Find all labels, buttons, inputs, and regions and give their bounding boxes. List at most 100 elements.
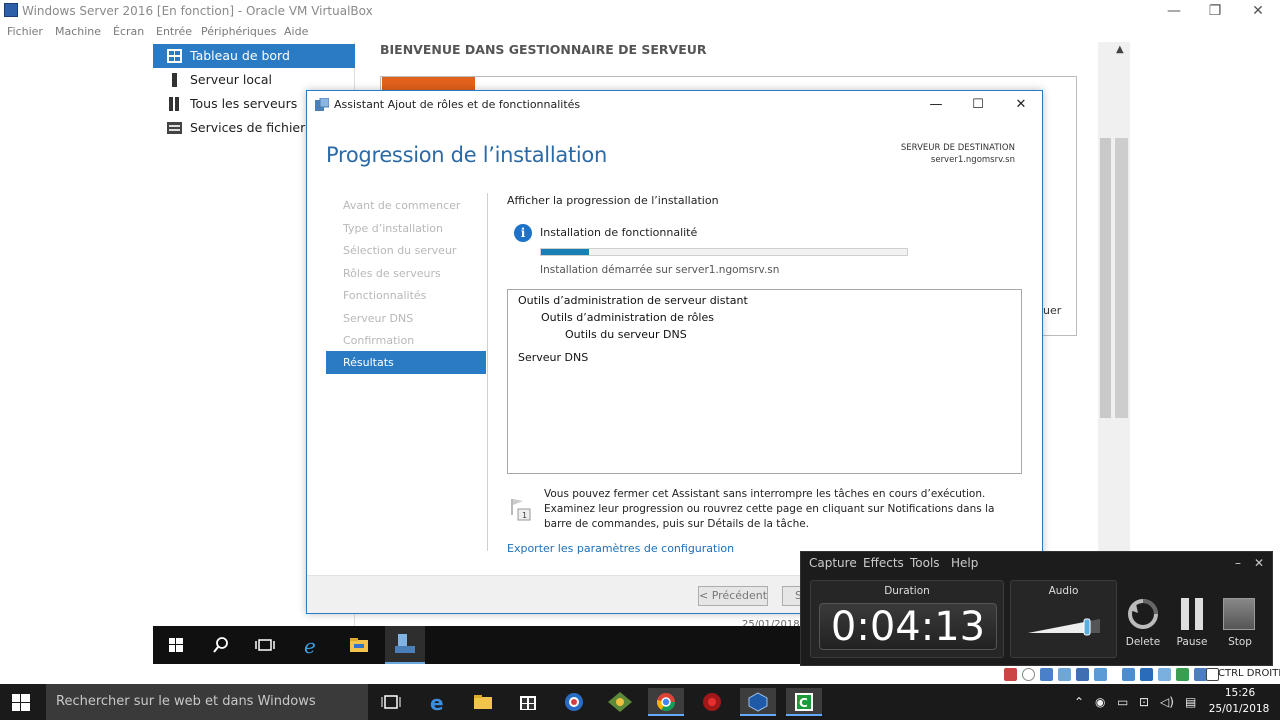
wizard-note: Vous pouvez fermer cet Assistant sans in… xyxy=(544,488,995,530)
vbox-statusbar: CTRL DROITE xyxy=(1000,666,1280,684)
svg-text:1: 1 xyxy=(522,511,527,520)
virtualbox-task[interactable] xyxy=(740,688,776,716)
status-usb-icon xyxy=(1076,668,1089,681)
progress-bar xyxy=(540,248,908,256)
audio-level-meter[interactable] xyxy=(1026,613,1106,637)
app-network-icon[interactable] xyxy=(602,688,638,716)
step-results[interactable]: Résultats xyxy=(326,351,486,374)
add-roles-wizard: Assistant Ajout de rôles et de fonctionn… xyxy=(306,90,1043,614)
vbox-scrollbar[interactable]: ▲ xyxy=(1113,42,1130,626)
duration-value: 0:04:13 xyxy=(819,603,997,650)
scroll-thumb[interactable] xyxy=(1115,138,1128,418)
wizard-titlebar[interactable]: Assistant Ajout de rôles et de fonctionn… xyxy=(307,91,1042,118)
status-display-icon xyxy=(1122,668,1135,681)
taskbar-search-box[interactable]: Rechercher sur le web et dans Windows xyxy=(46,684,368,720)
clock-time[interactable]: 15:26 xyxy=(1210,687,1270,699)
guest-ie-icon[interactable]: e xyxy=(300,632,326,658)
pause-icon[interactable] xyxy=(1178,596,1206,632)
close-icon[interactable]: ✕ xyxy=(1248,2,1268,20)
audio-slider-handle[interactable] xyxy=(1083,618,1091,636)
stop-icon[interactable] xyxy=(1223,598,1255,630)
tray-expand-icon[interactable]: ⌃ xyxy=(1074,695,1084,709)
step-before-you-begin: Avant de commencer xyxy=(343,199,461,212)
menu-entree[interactable]: Entrée xyxy=(156,25,192,38)
tray-app-icon[interactable]: ◉ xyxy=(1095,695,1105,709)
feature-dns-server: Serveur DNS xyxy=(518,351,589,364)
edge-icon[interactable]: e xyxy=(420,688,456,716)
scroll-thumb[interactable] xyxy=(1100,138,1111,418)
status-cpu-icon xyxy=(1158,668,1171,681)
menu-aide[interactable]: Aide xyxy=(284,25,308,38)
menu-fichier[interactable]: Fichier xyxy=(7,25,43,38)
status-hdd-icon xyxy=(1004,668,1017,681)
delete-button[interactable]: Delete xyxy=(1123,636,1163,648)
guest-task-view-icon[interactable] xyxy=(252,632,278,658)
menu-peripheriques[interactable]: Périphériques xyxy=(201,25,276,38)
app-globe-icon[interactable] xyxy=(556,688,592,716)
guest-server-manager-task[interactable] xyxy=(385,626,425,664)
feature-role-admin-tools: Outils d’administration de rôles xyxy=(541,311,714,324)
host-key-label: CTRL DROITE xyxy=(1218,668,1280,679)
notification-flag-icon: 1 xyxy=(511,499,531,521)
chrome-icon xyxy=(657,693,675,712)
features-list: Outils d’administration de serveur dista… xyxy=(507,289,1022,474)
stop-button[interactable]: Stop xyxy=(1220,636,1260,648)
status-vt-icon xyxy=(1176,668,1189,681)
wizard-maximize-icon[interactable]: ☐ xyxy=(967,95,989,115)
progress-label: Installation de fonctionnalité xyxy=(540,226,698,239)
start-icon[interactable] xyxy=(12,694,30,711)
guest-search-icon[interactable] xyxy=(208,632,234,658)
status-recording-icon xyxy=(1140,668,1153,681)
camtasia-task[interactable]: C xyxy=(786,688,822,716)
recorder-menu-tools[interactable]: Tools xyxy=(910,556,940,570)
wizard-icon xyxy=(315,98,329,111)
minimize-icon[interactable]: — xyxy=(1164,2,1184,20)
recorder-close-icon[interactable]: ✕ xyxy=(1254,556,1264,570)
progress-status: Installation démarrée sur server1.ngomsr… xyxy=(540,264,780,276)
task-view-icon[interactable] xyxy=(373,688,409,716)
clock-date[interactable]: 25/01/2018 xyxy=(1204,703,1274,715)
storage-icon xyxy=(167,122,182,134)
progress-bar-fill xyxy=(541,249,589,255)
audio-panel: Audio xyxy=(1010,580,1117,658)
virtualbox-icon xyxy=(4,3,18,17)
guest-file-explorer-icon[interactable] xyxy=(346,632,372,658)
quick-start-tab[interactable] xyxy=(382,77,475,91)
tray-battery-icon[interactable]: ▭ xyxy=(1117,695,1128,709)
destination-server: server1.ngomsrv.sn xyxy=(930,155,1015,165)
app-red-icon[interactable] xyxy=(694,688,730,716)
wizard-close-icon[interactable]: ✕ xyxy=(1010,95,1032,115)
step-features: Fonctionnalités xyxy=(343,289,427,302)
file-explorer-icon[interactable] xyxy=(465,688,501,716)
menu-ecran[interactable]: Écran xyxy=(113,25,144,38)
wizard-minimize-icon[interactable]: — xyxy=(925,95,947,115)
scroll-up-icon[interactable]: ▲ xyxy=(1116,44,1124,55)
tray-notifications-icon[interactable]: ▤ xyxy=(1185,695,1196,709)
status-shared-folder-icon xyxy=(1094,668,1107,681)
tray-volume-icon[interactable]: ◁) xyxy=(1160,695,1174,709)
audio-label: Audio xyxy=(1048,585,1079,597)
svg-text:C: C xyxy=(799,696,808,710)
recorder-menu-help[interactable]: Help xyxy=(951,556,978,570)
guest-start-icon[interactable] xyxy=(163,632,189,658)
recorder-menu-effects[interactable]: Effects xyxy=(863,556,904,570)
status-audio-icon xyxy=(1040,668,1053,681)
tray-network-icon[interactable]: ⊡ xyxy=(1139,695,1149,709)
info-icon: i xyxy=(514,224,532,242)
recorder-minimize-icon[interactable]: – xyxy=(1235,556,1241,570)
menu-machine[interactable]: Machine xyxy=(55,25,101,38)
export-settings-link[interactable]: Exporter les paramètres de configuration xyxy=(507,542,734,555)
restore-icon[interactable]: ❐ xyxy=(1205,2,1225,20)
nav-item-dashboard[interactable]: Tableau de bord xyxy=(153,44,355,68)
guest-scrollbar[interactable] xyxy=(1098,42,1113,626)
screen-recorder: Capture Effects Tools Help – ✕ Duration … xyxy=(800,551,1273,666)
previous-button[interactable]: < Précédent xyxy=(698,586,768,606)
pause-button[interactable]: Pause xyxy=(1172,636,1212,648)
status-optical-icon xyxy=(1022,668,1035,681)
store-icon[interactable] xyxy=(510,688,546,716)
nav-item-local-server[interactable]: Serveur local xyxy=(153,68,355,92)
vbox-title-text: Windows Server 2016 [En fonction] - Orac… xyxy=(22,4,373,18)
chrome-task[interactable] xyxy=(648,688,684,716)
recorder-menu-capture[interactable]: Capture xyxy=(809,556,857,570)
delete-icon[interactable] xyxy=(1127,598,1159,630)
